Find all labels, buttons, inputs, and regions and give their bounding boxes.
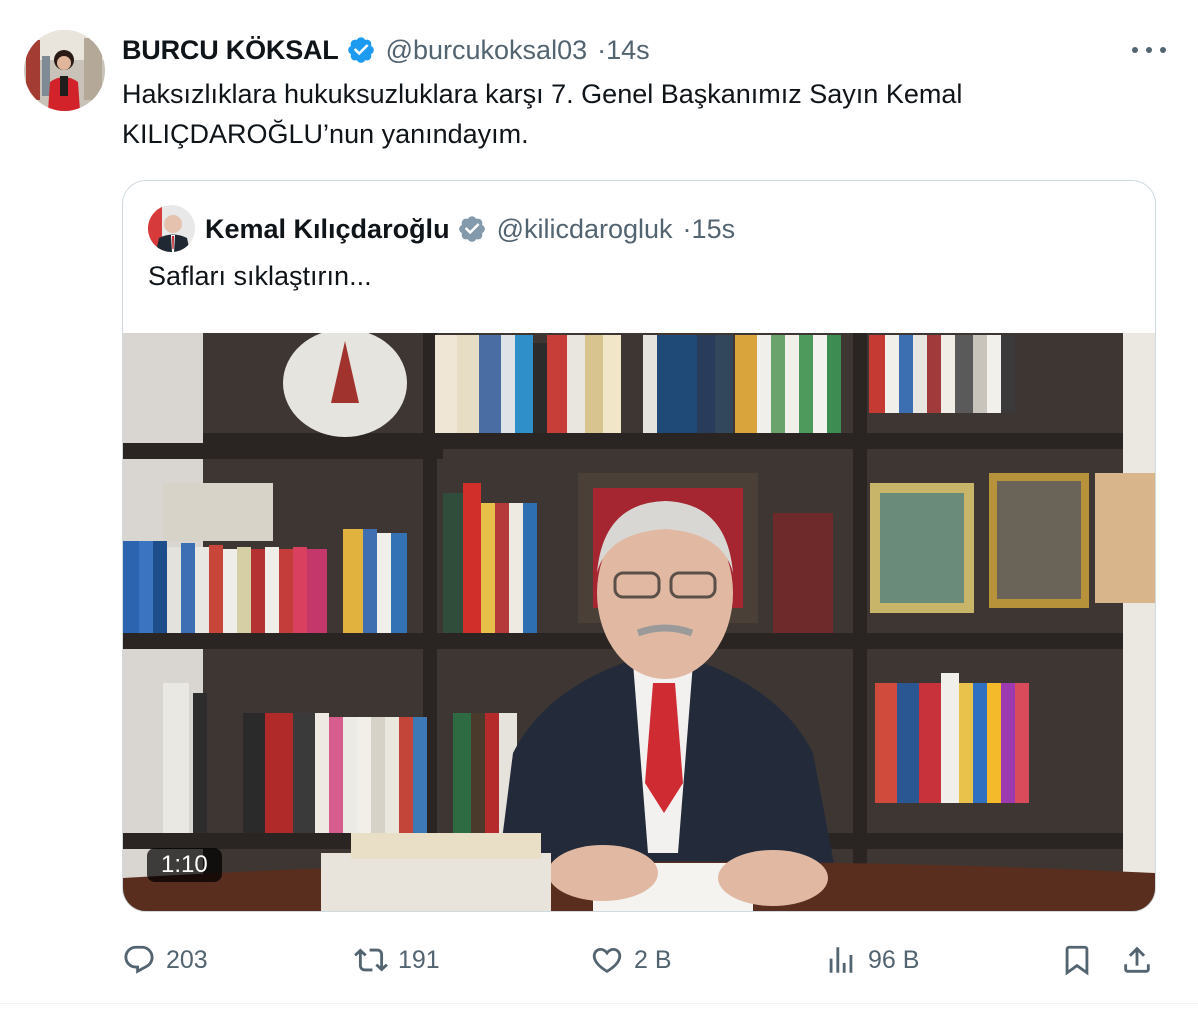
quoted-tweet-time[interactable]: 15s (692, 214, 736, 245)
author-handle[interactable]: @burcukoksal03 (386, 35, 588, 66)
tweet-header: BURCU KÖKSAL @burcukoksal03 · 14s (122, 32, 650, 68)
share-icon[interactable] (1120, 943, 1154, 977)
like-icon (592, 947, 622, 973)
like-count: 2 B (634, 945, 672, 974)
like-button[interactable]: 2 B (590, 940, 672, 980)
bookmark-icon[interactable] (1060, 943, 1094, 977)
divider (0, 1003, 1198, 1004)
retweet-count: 191 (398, 945, 440, 974)
retweet-icon (354, 948, 388, 972)
reply-button[interactable]: 203 (122, 940, 208, 980)
retweet-button[interactable]: 191 (354, 940, 440, 980)
quoted-author-name[interactable]: Kemal Kılıçdaroğlu (205, 214, 450, 245)
tweet[interactable]: BURCU KÖKSAL @burcukoksal03 · 14s Haksız… (0, 0, 1198, 1010)
quoted-tweet-header: Kemal Kılıçdaroğlu @kilicdarogluk · 15s (205, 211, 735, 247)
views-icon (829, 947, 853, 973)
author-avatar[interactable] (24, 30, 105, 111)
verified-badge-icon[interactable] (346, 35, 376, 65)
tweet-text-line: Haksızlıklara hukuksuzluklara karşı 7. G… (122, 79, 963, 109)
verified-badge-icon[interactable] (457, 214, 487, 244)
header-separator: · (682, 213, 692, 244)
video-duration-badge: 1:10 (147, 848, 222, 882)
author-name[interactable]: BURCU KÖKSAL (122, 35, 339, 66)
header-separator: · (597, 34, 607, 65)
video-player[interactable]: 1:10 (123, 333, 1155, 911)
action-bar: 203 191 2 B 96 B (122, 940, 1162, 980)
reply-icon (124, 945, 154, 974)
reply-count: 203 (166, 945, 208, 974)
quoted-author-handle[interactable]: @kilicdarogluk (497, 214, 673, 245)
view-count: 96 B (868, 945, 920, 974)
quoted-author-avatar[interactable] (148, 205, 195, 252)
views-button[interactable]: 96 B (824, 940, 919, 980)
quoted-tweet[interactable]: Kemal Kılıçdaroğlu @kilicdarogluk · 15s … (122, 180, 1156, 912)
more-icon[interactable] (1132, 40, 1166, 60)
tweet-text: Haksızlıklara hukuksuzluklara karşı 7. G… (122, 74, 1122, 154)
tweet-text-line: KILIÇDAROĞLU’nun yanındayım. (122, 119, 529, 149)
video-thumbnail (123, 333, 1155, 911)
tweet-time[interactable]: 14s (606, 35, 650, 66)
quoted-tweet-text: Safları sıklaştırın... (148, 261, 372, 291)
